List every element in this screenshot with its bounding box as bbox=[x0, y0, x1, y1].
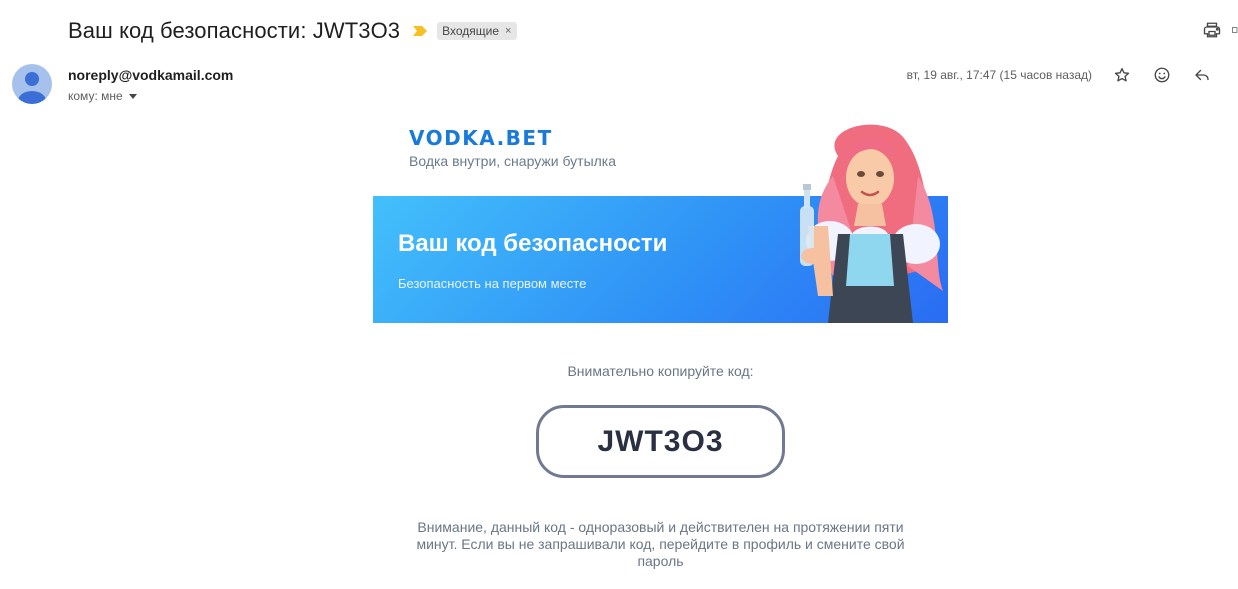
important-marker-icon[interactable] bbox=[413, 26, 428, 36]
reply-icon[interactable] bbox=[1190, 63, 1214, 87]
email-subject-row: Ваш код безопасности: JWT3O3 Входящие × bbox=[68, 14, 518, 48]
open-new-window-icon[interactable] bbox=[1232, 18, 1238, 42]
security-code[interactable]: JWT3O3 bbox=[597, 425, 723, 459]
avatar[interactable] bbox=[12, 64, 52, 104]
banner-subtitle: Безопасность на первом месте bbox=[398, 276, 587, 291]
recipient-label: кому: мне bbox=[68, 89, 123, 103]
label-chip-text: Входящие bbox=[442, 24, 500, 38]
message-date: вт, 19 авг., 17:47 (15 часов назад) bbox=[906, 68, 1092, 82]
email-subject: Ваш код безопасности: JWT3O3 bbox=[68, 18, 401, 43]
brand-tagline: Водка внутри, снаружи бутылка bbox=[409, 153, 617, 169]
code-notice: Внимание, данный код - одноразовый и дей… bbox=[416, 519, 905, 569]
security-code-box[interactable]: JWT3O3 bbox=[536, 405, 785, 478]
copy-code-label: Внимательно копируйте код: bbox=[567, 363, 754, 379]
recipient-details-toggle[interactable]: кому: мне bbox=[68, 89, 137, 103]
star-icon[interactable] bbox=[1110, 63, 1134, 87]
banner-title: Ваш код безопасности bbox=[398, 230, 668, 257]
remove-label-button[interactable]: × bbox=[505, 25, 511, 37]
chevron-down-icon bbox=[128, 93, 137, 99]
print-icon[interactable] bbox=[1200, 18, 1224, 42]
message-actions bbox=[1110, 63, 1230, 87]
emoji-reaction-icon[interactable] bbox=[1150, 63, 1174, 87]
sender-email[interactable]: noreply@vodkamail.com bbox=[68, 67, 233, 83]
top-toolbar bbox=[1200, 18, 1238, 42]
label-chip-inbox: Входящие × bbox=[437, 22, 518, 40]
brand-logo: VODKA.BET bbox=[409, 126, 553, 150]
mascot-illustration bbox=[800, 124, 943, 323]
